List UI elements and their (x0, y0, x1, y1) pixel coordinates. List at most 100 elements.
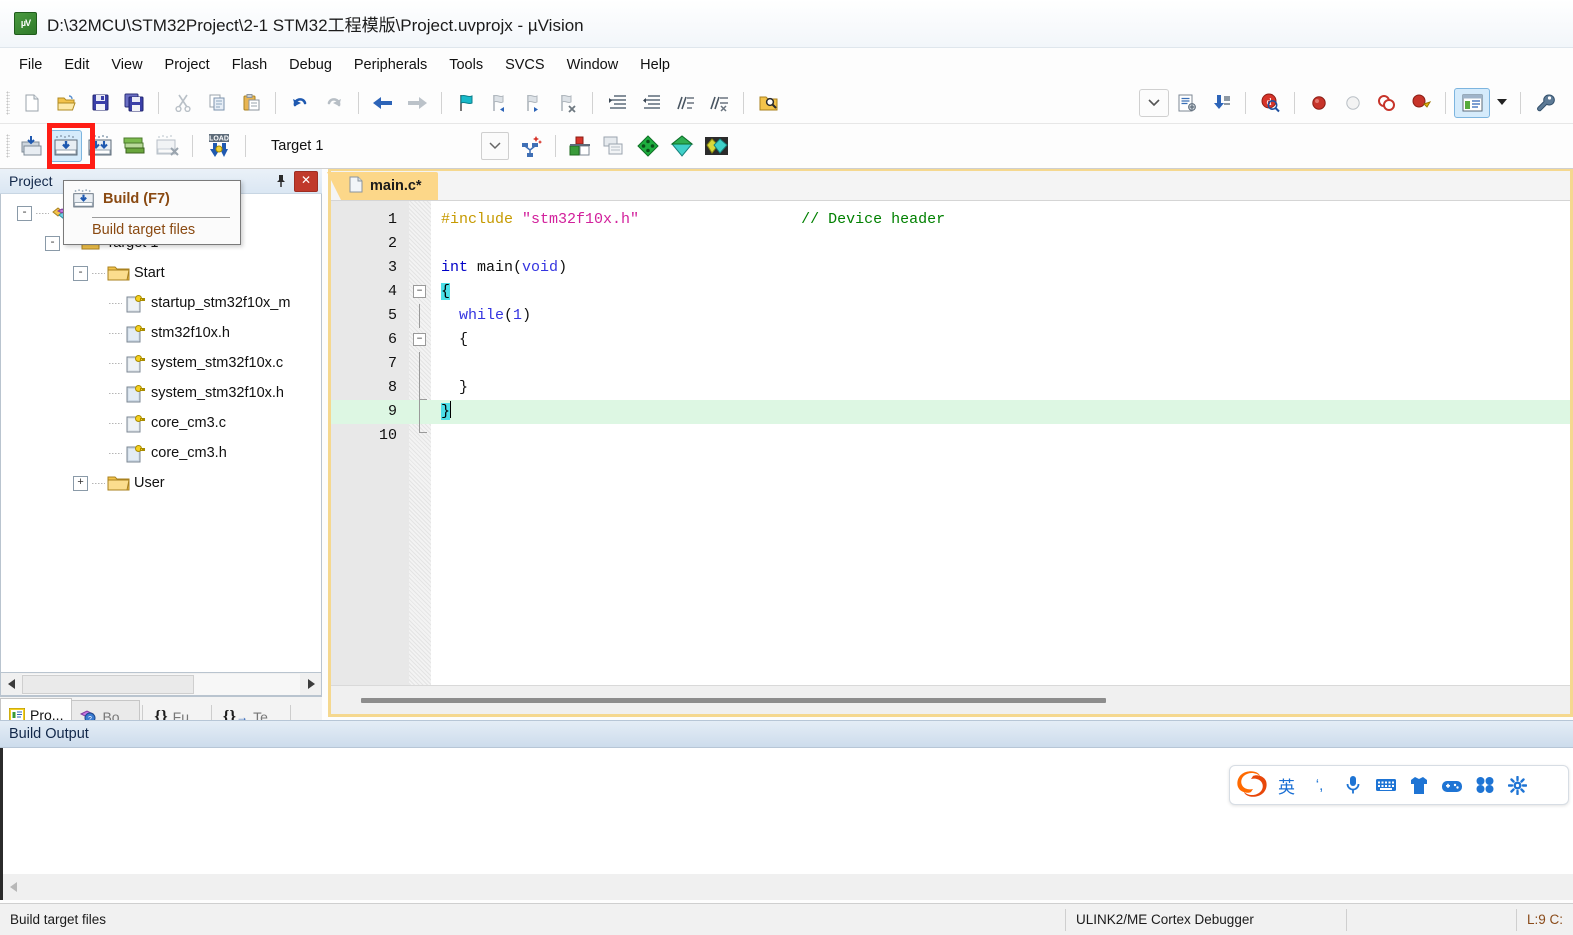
save-all-icon[interactable] (118, 87, 150, 119)
manage-project-items-icon[interactable] (515, 130, 547, 162)
disable-breakpoint-icon[interactable] (1337, 87, 1369, 119)
batch-build-icon[interactable] (118, 130, 150, 162)
fold-toggle-icon[interactable]: – (413, 333, 426, 346)
download-icon[interactable] (1205, 87, 1237, 119)
insert-breakpoint-icon[interactable] (1303, 87, 1335, 119)
uncomment-icon[interactable] (703, 87, 735, 119)
configure-tools-icon[interactable] (1529, 87, 1561, 119)
window-dropdown-icon[interactable] (1492, 87, 1512, 119)
menu-help[interactable]: Help (629, 53, 681, 77)
navigate-forward-icon[interactable] (401, 87, 433, 119)
soft-keyboard-icon[interactable] (1369, 768, 1402, 802)
previous-bookmark-icon[interactable] (484, 87, 516, 119)
tree-item-file[interactable]: stm32f10x.h (1, 318, 321, 348)
manage-runtime-environment-icon[interactable] (700, 130, 732, 162)
editor-tab-main-c[interactable]: main.c* (327, 172, 438, 200)
tree-toggle[interactable]: + (73, 475, 88, 491)
code-line[interactable]: 7 (331, 352, 1570, 376)
code-line[interactable]: 1 #include "stm32f10x.h" // Device heade… (331, 208, 1570, 232)
undo-icon[interactable] (284, 87, 316, 119)
code-line-current[interactable]: 9 } (331, 400, 1570, 424)
code-line[interactable]: 5 while(1) (331, 304, 1570, 328)
pin-icon[interactable] (271, 172, 291, 191)
tree-item-start-folder[interactable]: - Start (1, 258, 321, 288)
menu-debug[interactable]: Debug (278, 53, 343, 77)
toolbar-grip[interactable] (6, 90, 10, 115)
tree-toggle[interactable]: - (73, 265, 88, 281)
download-to-flash-icon[interactable]: LOAD (201, 130, 237, 162)
project-tree-hscrollbar[interactable] (0, 673, 322, 696)
tree-toggle[interactable]: - (17, 205, 32, 221)
options-for-target-icon[interactable] (564, 130, 596, 162)
multi-project-icon[interactable] (598, 130, 630, 162)
tree-item-file[interactable]: core_cm3.h (1, 438, 321, 468)
language-mode-icon[interactable]: 英 (1270, 768, 1303, 802)
menu-tools[interactable]: Tools (438, 53, 494, 77)
pack-installer-icon[interactable] (666, 130, 698, 162)
project-window-icon[interactable] (1454, 87, 1490, 118)
build-icon[interactable] (50, 130, 82, 162)
build-output-hscrollbar[interactable] (0, 874, 1573, 900)
hscroll-track[interactable] (22, 673, 300, 695)
navigate-back-icon[interactable] (367, 87, 399, 119)
close-icon[interactable]: ✕ (294, 170, 318, 192)
find-in-files-icon[interactable] (752, 87, 784, 119)
disable-all-breakpoints-icon[interactable] (1405, 87, 1437, 119)
open-file-icon[interactable] (50, 87, 82, 119)
target-selector[interactable]: Target 1 (263, 131, 510, 161)
tree-item-user-folder[interactable]: + User (1, 468, 321, 498)
code-line[interactable]: 8 } (331, 376, 1570, 400)
code-line[interactable]: 3 int main(void) (331, 256, 1570, 280)
chevron-down-icon[interactable] (481, 132, 510, 160)
menu-window[interactable]: Window (556, 53, 630, 77)
editor-hscrollbar[interactable] (331, 685, 1570, 714)
next-bookmark-icon[interactable] (518, 87, 550, 119)
menu-flash[interactable]: Flash (221, 53, 278, 77)
menu-edit[interactable]: Edit (53, 53, 100, 77)
code-line[interactable]: 2 (331, 232, 1570, 256)
tree-item-file[interactable]: startup_stm32f10x_m (1, 288, 321, 318)
editor-hscroll-thumb[interactable] (361, 697, 1106, 703)
menu-file[interactable]: File (8, 53, 53, 77)
indent-icon[interactable] (601, 87, 633, 119)
debug-settings-icon[interactable] (1171, 87, 1203, 119)
tree-item-file[interactable]: system_stm32f10x.h (1, 378, 321, 408)
scroll-left-icon[interactable] (3, 876, 24, 898)
project-tree[interactable]: - - Target 1 - (0, 194, 322, 673)
menu-svcs[interactable]: SVCS (494, 53, 556, 77)
outdent-icon[interactable] (635, 87, 667, 119)
scroll-left-icon[interactable] (1, 673, 22, 695)
hscroll-thumb[interactable] (22, 674, 195, 694)
skin-icon[interactable] (1402, 768, 1435, 802)
settings-icon[interactable] (1501, 768, 1534, 802)
paste-icon[interactable] (235, 87, 267, 119)
sogou-ime-toolbar[interactable]: 英 ʻ, (1229, 765, 1569, 805)
menu-view[interactable]: View (100, 53, 153, 77)
code-line[interactable]: 6 – { (331, 328, 1570, 352)
sogou-logo-icon[interactable] (1234, 768, 1270, 802)
save-icon[interactable] (84, 87, 116, 119)
svcs-icon[interactable] (632, 130, 664, 162)
comment-icon[interactable] (669, 87, 701, 119)
menu-peripherals[interactable]: Peripherals (343, 53, 438, 77)
clear-bookmarks-icon[interactable] (552, 87, 584, 119)
rebuild-all-icon[interactable] (84, 130, 116, 162)
copy-icon[interactable] (201, 87, 233, 119)
toolbox-icon[interactable] (1468, 768, 1501, 802)
code-line[interactable]: 4 – { (331, 280, 1570, 304)
code-editor[interactable]: 1 #include "stm32f10x.h" // Device heade… (331, 201, 1570, 714)
stop-build-icon[interactable] (152, 130, 184, 162)
cut-icon[interactable] (167, 87, 199, 119)
code-line[interactable]: 10 (331, 424, 1570, 448)
punctuation-icon[interactable]: ʻ, (1303, 768, 1336, 802)
menu-project[interactable]: Project (154, 53, 221, 77)
build-toolbar-grip[interactable] (6, 134, 10, 158)
start-debug-icon[interactable]: d (1254, 87, 1286, 119)
fold-toggle-icon[interactable]: – (413, 285, 426, 298)
toggle-bookmark-icon[interactable] (450, 87, 482, 119)
configure-dropdown-icon[interactable] (1139, 88, 1169, 117)
tree-item-file[interactable]: core_cm3.c (1, 408, 321, 438)
tree-toggle[interactable]: - (45, 235, 60, 251)
new-file-icon[interactable] (16, 87, 48, 119)
tree-item-file[interactable]: system_stm32f10x.c (1, 348, 321, 378)
